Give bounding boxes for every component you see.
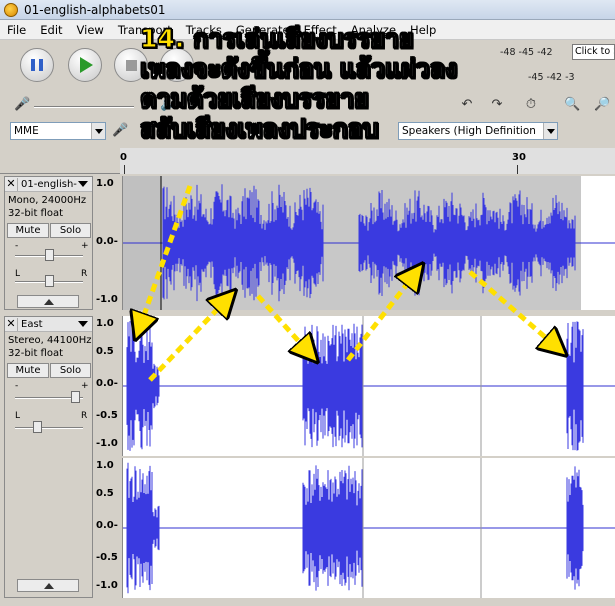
solo-button[interactable]: Solo: [50, 223, 91, 238]
pan-left-label: L: [15, 269, 21, 279]
tutorial-caption: 14. การเล่นเสียงบรรยาย เพลงจะดังขึ้นก่อน…: [139, 24, 600, 144]
amplitude-scale-left: 1.0 0.5 0.0- -0.5 -1.0: [96, 316, 122, 456]
collapse-track-button[interactable]: [17, 579, 79, 592]
chevron-down-icon: [91, 123, 105, 139]
chevron-down-icon[interactable]: [78, 181, 88, 187]
play-button[interactable]: [68, 48, 102, 82]
play-icon: [80, 57, 93, 73]
close-icon[interactable]: ✕: [5, 177, 18, 191]
audio-host-value: MME: [14, 125, 39, 137]
menu-file[interactable]: File: [0, 23, 33, 37]
amplitude-scale: 1.0 0.0- -1.0: [96, 176, 122, 310]
ruler-mark: [124, 165, 125, 174]
track-narration: ✕ 01-english- Mono, 24000Hz 32-bit float…: [0, 176, 615, 312]
gain-slider-thumb[interactable]: [45, 249, 54, 261]
caption-line-4: สลับเสียงเพลงประกอบ: [140, 114, 379, 144]
waveform-segment: [566, 321, 584, 451]
close-icon[interactable]: ✕: [5, 317, 18, 331]
ruler-tick-30: 30: [512, 152, 526, 163]
scale-top: 1.0: [96, 178, 114, 189]
ruler-mark: [517, 165, 518, 174]
waveform-segment: [302, 465, 364, 591]
scale-lower: -0.5: [96, 552, 118, 563]
pan-slider-thumb[interactable]: [45, 275, 54, 287]
scale-upper: 0.5: [96, 346, 114, 357]
scale-bottom: -1.0: [96, 294, 118, 305]
pan-slider[interactable]: [15, 427, 83, 429]
track-name[interactable]: East: [18, 319, 78, 330]
solo-button[interactable]: Solo: [50, 363, 91, 378]
audio-host-select[interactable]: MME: [10, 122, 106, 140]
track-music: ✕ East Stereo, 44100Hz 32-bit float Mute…: [0, 316, 615, 600]
scale-upper: 0.5: [96, 488, 114, 499]
waveform-music-left[interactable]: [122, 316, 615, 456]
caption-line-1-text: การเล่นเสียงบรรยาย: [193, 24, 414, 54]
waveform-music-left-svg: [123, 316, 615, 456]
microphone-icon: 🎤: [112, 123, 129, 138]
track-name[interactable]: 01-english-: [18, 179, 78, 190]
waveform-segment: [302, 323, 364, 449]
scale-top: 1.0: [96, 460, 114, 471]
scale-mid: 0.0-: [96, 520, 118, 531]
pause-button[interactable]: [20, 48, 54, 82]
ruler-strip: [120, 148, 615, 174]
caption-line-3: ตามด้วยเสียงบรรยาย: [140, 84, 369, 114]
gain-minus-label: -: [15, 241, 19, 251]
track-format: 32-bit float: [8, 348, 64, 359]
waveform-segment: [126, 462, 160, 594]
menu-view[interactable]: View: [70, 23, 111, 37]
menu-edit[interactable]: Edit: [33, 23, 69, 37]
pan-slider-thumb[interactable]: [33, 421, 42, 433]
track-header: ✕ 01-english-: [5, 177, 92, 192]
waveform-music-right-svg: [123, 458, 615, 598]
waveform-narration-svg: [123, 176, 615, 310]
title-bar: 01-english-alphabets01: [0, 0, 615, 20]
scale-bottom: -1.0: [96, 438, 118, 449]
waveform-segment: [566, 466, 584, 590]
amplitude-scale-right: 1.0 0.5 0.0- -0.5 -1.0: [96, 458, 122, 598]
input-volume-slider[interactable]: [34, 106, 134, 108]
track-header: ✕ East: [5, 317, 92, 332]
pan-right-label: R: [81, 269, 88, 279]
gain-plus-label: +: [81, 241, 89, 251]
scale-top: 1.0: [96, 318, 114, 329]
scale-bottom: -1.0: [96, 580, 118, 591]
timeline-ruler[interactable]: 0 30: [0, 148, 615, 174]
scale-mid: 0.0-: [96, 378, 118, 389]
pause-icon: [31, 59, 43, 71]
window-title: 01-english-alphabets01: [24, 2, 166, 17]
track-rate: Mono, 24000Hz: [8, 195, 87, 206]
collapse-track-button[interactable]: [17, 295, 79, 308]
caption-step-number: 14.: [139, 24, 185, 54]
track-format: 32-bit float: [8, 208, 64, 219]
pan-left-label: L: [15, 411, 21, 421]
track-control-panel: ✕ East Stereo, 44100Hz 32-bit float Mute…: [4, 316, 93, 598]
pan-right-label: R: [81, 411, 88, 421]
track-control-panel: ✕ 01-english- Mono, 24000Hz 32-bit float…: [4, 176, 93, 310]
audacity-window: 01-english-alphabets01 File Edit View Tr…: [0, 0, 615, 606]
audacity-app-icon: [4, 2, 18, 17]
microphone-icon: 🎤: [14, 97, 31, 112]
gain-plus-label: +: [81, 381, 89, 391]
track-rate: Stereo, 44100Hz: [8, 335, 92, 346]
waveform-narration[interactable]: [122, 176, 615, 310]
gain-minus-label: -: [15, 381, 19, 391]
waveform-music-right[interactable]: [122, 458, 615, 598]
scale-mid: 0.0-: [96, 236, 118, 247]
mute-button[interactable]: Mute: [7, 223, 49, 238]
scale-lower: -0.5: [96, 410, 118, 421]
stop-icon: [125, 59, 137, 71]
caption-line-2: เพลงจะดังขึ้นก่อน แล้วแผ่วลง: [140, 54, 458, 84]
gain-slider-thumb[interactable]: [71, 391, 80, 403]
ruler-tick-0: 0: [120, 152, 127, 163]
caption-line-1: 14. การเล่นเสียงบรรยาย: [139, 24, 600, 54]
mute-button[interactable]: Mute: [7, 363, 49, 378]
waveform-segment: [126, 321, 160, 451]
chevron-down-icon[interactable]: [78, 321, 88, 327]
